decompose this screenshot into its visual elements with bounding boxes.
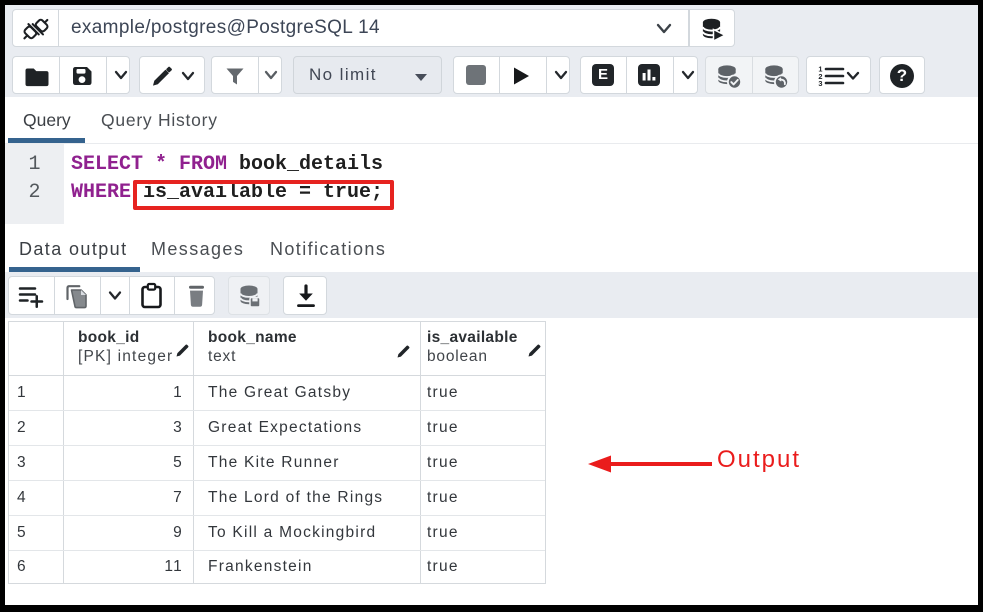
svg-text:3: 3 [818,79,822,88]
